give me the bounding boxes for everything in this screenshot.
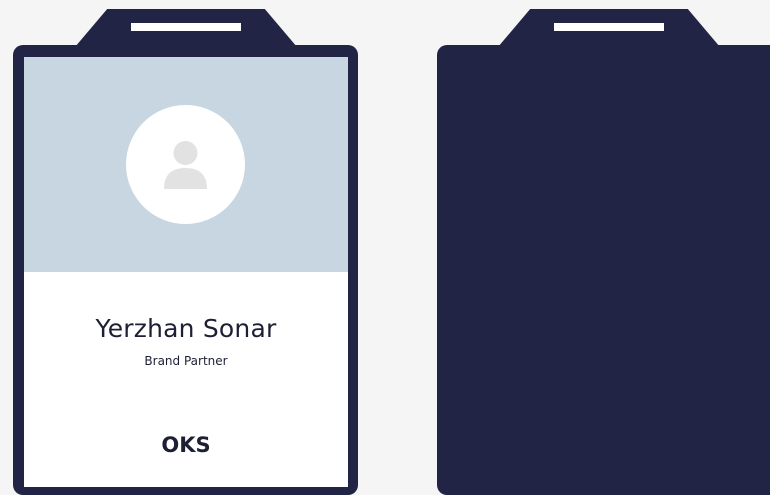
user-placeholder-icon	[164, 141, 207, 189]
badge-card: Yerzhan Sonar Brand Partner OKS	[24, 57, 348, 487]
front-badge: Yerzhan Sonar Brand Partner OKS	[13, 45, 358, 495]
company-name: OKS	[161, 433, 211, 457]
photo-area	[24, 57, 348, 272]
lanyard-slot	[131, 23, 241, 31]
avatar	[126, 105, 245, 224]
holder-role: Brand Partner	[144, 354, 228, 368]
front-badge-lanyard-tab	[75, 9, 297, 47]
back-badge	[437, 45, 770, 495]
lanyard-slot	[554, 23, 664, 31]
back-badge-lanyard-tab	[498, 9, 720, 47]
holder-name: Yerzhan Sonar	[95, 314, 277, 343]
